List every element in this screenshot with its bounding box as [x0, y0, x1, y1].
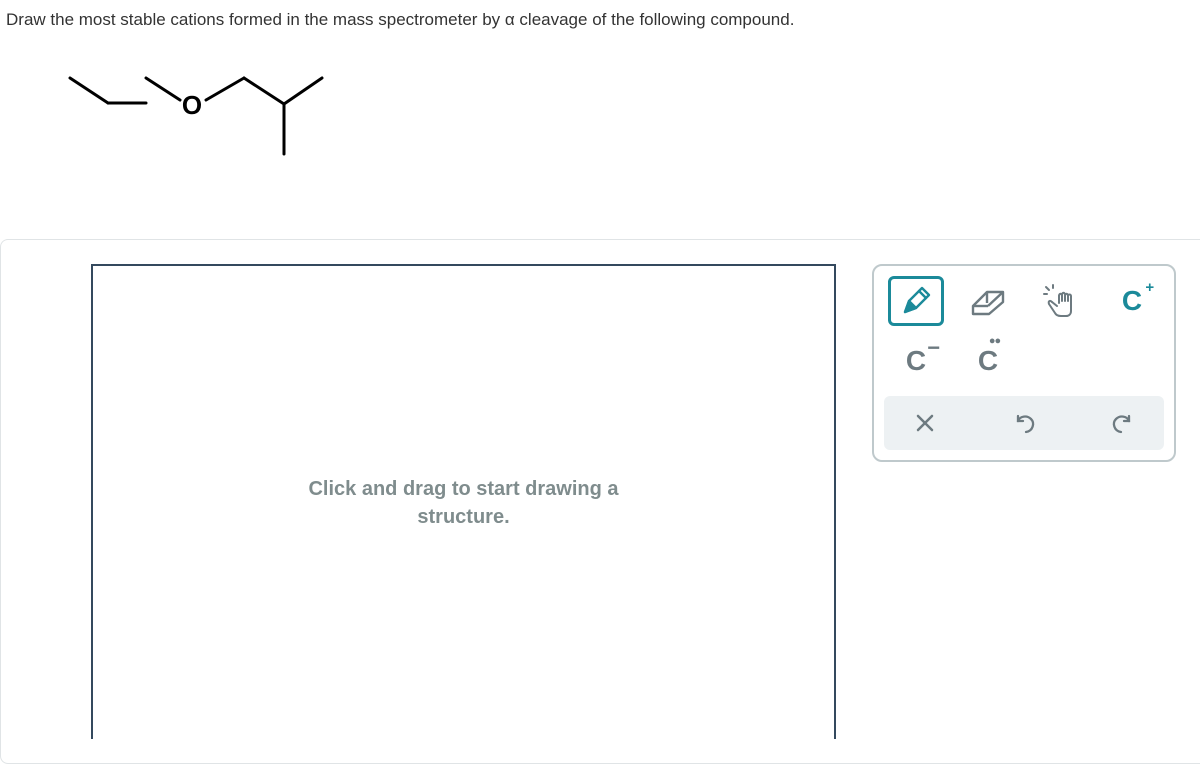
action-row [884, 396, 1164, 450]
hand-icon [1043, 284, 1077, 318]
toolbox: C+ C− C●● [872, 264, 1176, 462]
undo-icon [1012, 411, 1036, 435]
tool-row-1: C+ [884, 276, 1164, 326]
c-minus-icon: C− [906, 345, 926, 377]
hand-tool[interactable] [1032, 276, 1088, 326]
drawing-canvas[interactable]: Click and drag to start drawing a struct… [91, 264, 836, 739]
pencil-icon [899, 284, 933, 318]
redo-button[interactable] [1088, 404, 1158, 442]
c-lonepair-icon: C●● [978, 345, 998, 377]
clear-button[interactable] [890, 404, 960, 442]
oxygen-label: O [182, 90, 202, 120]
redo-icon [1111, 411, 1135, 435]
undo-button[interactable] [989, 404, 1059, 442]
eraser-icon [969, 286, 1007, 316]
close-icon [915, 413, 935, 433]
carbanion-tool[interactable]: C− [888, 336, 944, 386]
lonepair-tool[interactable]: C●● [960, 336, 1016, 386]
workspace: Click and drag to start drawing a struct… [0, 239, 1200, 764]
tool-row-2: C− C●● [884, 336, 1164, 386]
eraser-tool[interactable] [960, 276, 1016, 326]
c-plus-icon: C+ [1122, 285, 1142, 317]
compound-structure: O [60, 58, 1200, 203]
canvas-placeholder: Click and drag to start drawing a struct… [274, 475, 654, 531]
pencil-tool[interactable] [888, 276, 944, 326]
carbocation-tool[interactable]: C+ [1104, 276, 1160, 326]
question-text: Draw the most stable cations formed in t… [0, 0, 1200, 48]
